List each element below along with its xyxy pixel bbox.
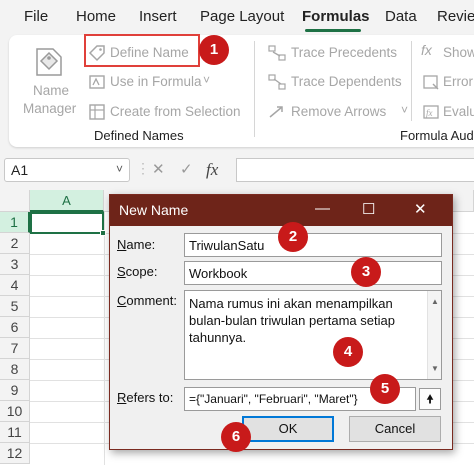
scroll-up-icon[interactable]: ▲ xyxy=(431,293,439,310)
cancel-icon[interactable]: ✕ xyxy=(152,160,165,178)
row-header-6[interactable]: 6 xyxy=(0,317,30,338)
refers-to-label: Refers to: xyxy=(117,390,174,405)
cancel-button[interactable]: Cancel xyxy=(349,416,441,442)
row-header-8[interactable]: 8 xyxy=(0,359,30,380)
scope-label: Scope: xyxy=(117,264,158,279)
use-in-formula-icon xyxy=(89,75,105,89)
callout-4: 4 xyxy=(333,337,363,367)
comment-text: Nama rumus ini akan menampilkan bulan-bu… xyxy=(189,296,395,345)
use-in-formula-button[interactable]: Use in Formula ˅ xyxy=(85,71,215,93)
row-header-5[interactable]: 5 xyxy=(0,296,30,317)
trace-dependents-label: Trace Dependents xyxy=(291,74,402,89)
tab-page-layout[interactable]: Page Layout xyxy=(200,8,284,25)
column-header-a[interactable]: A xyxy=(30,190,104,212)
callout-5: 5 xyxy=(370,374,400,404)
dialog-title: New Name xyxy=(119,202,189,218)
name-box[interactable]: A1 ˅ xyxy=(4,158,130,182)
scroll-down-icon[interactable]: ▼ xyxy=(431,360,439,377)
row-header-10[interactable]: 10 xyxy=(0,401,30,422)
fill-handle[interactable] xyxy=(100,230,106,236)
callout-2: 2 xyxy=(278,222,308,252)
name-manager-button[interactable]: Name Manager xyxy=(17,41,79,119)
tab-home[interactable]: Home xyxy=(76,8,116,25)
callout-1: 1 xyxy=(199,35,229,65)
name-box-value: A1 xyxy=(11,162,29,178)
chevron-down-icon: ˅ xyxy=(203,73,211,87)
error-checking-label: Error xyxy=(443,74,473,89)
row-header-9[interactable]: 9 xyxy=(0,380,30,401)
row-header-2[interactable]: 2 xyxy=(0,233,30,254)
trace-precedents-button[interactable]: Trace Precedents xyxy=(265,42,405,64)
create-from-selection-label: Create from Selection xyxy=(110,104,241,119)
tab-insert[interactable]: Insert xyxy=(139,8,177,25)
trace-dependents-button[interactable]: Trace Dependents xyxy=(265,71,411,93)
svg-text:fx: fx xyxy=(426,108,433,118)
defined-names-group-label: Defined Names xyxy=(94,128,184,143)
use-in-formula-label: Use in Formula xyxy=(110,74,202,89)
chevron-down-icon: ˅ xyxy=(401,103,409,117)
trace-precedents-label: Trace Precedents xyxy=(291,45,398,60)
dialog-title-bar[interactable]: New Name — ☐ ✕ xyxy=(110,195,452,226)
row-header-4[interactable]: 4 xyxy=(0,275,30,296)
active-tab-indicator xyxy=(305,29,361,32)
row-header-1[interactable]: 1 xyxy=(0,212,30,233)
formula-input[interactable] xyxy=(236,158,474,182)
tab-data[interactable]: Data xyxy=(385,8,417,25)
row-header-12[interactable]: 12 xyxy=(0,443,30,464)
trace-precedents-icon xyxy=(268,45,286,61)
row-header-7[interactable]: 7 xyxy=(0,338,30,359)
show-formulas-button[interactable]: fx Show xyxy=(419,42,474,64)
tab-formulas[interactable]: Formulas xyxy=(302,8,370,25)
drag-handle-icon: ⋮ xyxy=(136,160,150,176)
name-input[interactable]: TriwulanSatu xyxy=(184,233,442,257)
group-divider xyxy=(254,41,255,137)
comment-textarea[interactable]: Nama rumus ini akan menampilkan bulan-bu… xyxy=(184,290,442,380)
error-checking-button[interactable]: Error xyxy=(419,71,474,93)
collapse-dialog-button[interactable]: 🠝 xyxy=(419,388,441,410)
chevron-down-icon: ˅ xyxy=(115,162,123,176)
row-header-3[interactable]: 3 xyxy=(0,254,30,275)
formula-bar: A1 ˅ ⋮ ✕ ✓ fx xyxy=(0,155,474,185)
name-manager-icon xyxy=(36,48,62,76)
tab-file[interactable]: File xyxy=(24,8,48,25)
name-manager-label-2: Manager xyxy=(23,101,77,116)
name-label: Name: xyxy=(117,237,156,252)
arrow-up-icon: 🠝 xyxy=(426,392,434,406)
comment-label: Comment: xyxy=(117,293,177,308)
gridline xyxy=(104,212,105,465)
ribbon-panel: Name Manager Define Name Use in Formula … xyxy=(9,34,474,147)
show-formulas-icon: fx xyxy=(421,42,432,58)
close-icon[interactable]: ✕ xyxy=(414,200,427,218)
group-divider xyxy=(411,41,412,121)
create-from-selection-button[interactable]: Create from Selection xyxy=(85,101,245,123)
define-name-highlight xyxy=(84,34,200,67)
comment-scrollbar[interactable]: ▲ ▼ xyxy=(427,291,441,379)
scope-select[interactable]: Workbook xyxy=(184,261,442,285)
remove-arrows-label: Remove Arrows xyxy=(291,104,387,119)
show-formulas-label: Show xyxy=(443,45,474,60)
formula-auditing-group-label: Formula Audit xyxy=(400,128,474,143)
evaluate-formula-button[interactable]: fx Evalu xyxy=(419,101,474,123)
name-manager-label-1: Name xyxy=(33,83,70,98)
evaluate-formula-icon: fx xyxy=(423,105,439,119)
trace-dependents-icon xyxy=(268,74,286,90)
ok-button[interactable]: OK xyxy=(242,416,334,442)
evaluate-formula-label: Evalu xyxy=(443,104,474,119)
ribbon-tab-bar: File Home Insert Page Layout Formulas Da… xyxy=(0,0,474,34)
tab-review[interactable]: Review xyxy=(437,8,474,25)
select-all-corner[interactable] xyxy=(0,190,30,212)
row-header-11[interactable]: 11 xyxy=(0,422,30,443)
maximize-icon[interactable]: ☐ xyxy=(362,200,375,218)
insert-function-icon[interactable]: fx xyxy=(206,160,218,180)
remove-arrows-icon xyxy=(269,106,283,118)
remove-arrows-button[interactable]: Remove Arrows ˅ xyxy=(265,101,415,123)
minimize-icon[interactable]: — xyxy=(315,200,330,217)
create-from-selection-icon xyxy=(89,104,105,120)
error-checking-icon xyxy=(423,75,439,90)
callout-6: 6 xyxy=(221,422,251,452)
enter-icon[interactable]: ✓ xyxy=(180,160,193,178)
active-cell-a1[interactable] xyxy=(30,212,104,234)
callout-3: 3 xyxy=(351,257,381,287)
